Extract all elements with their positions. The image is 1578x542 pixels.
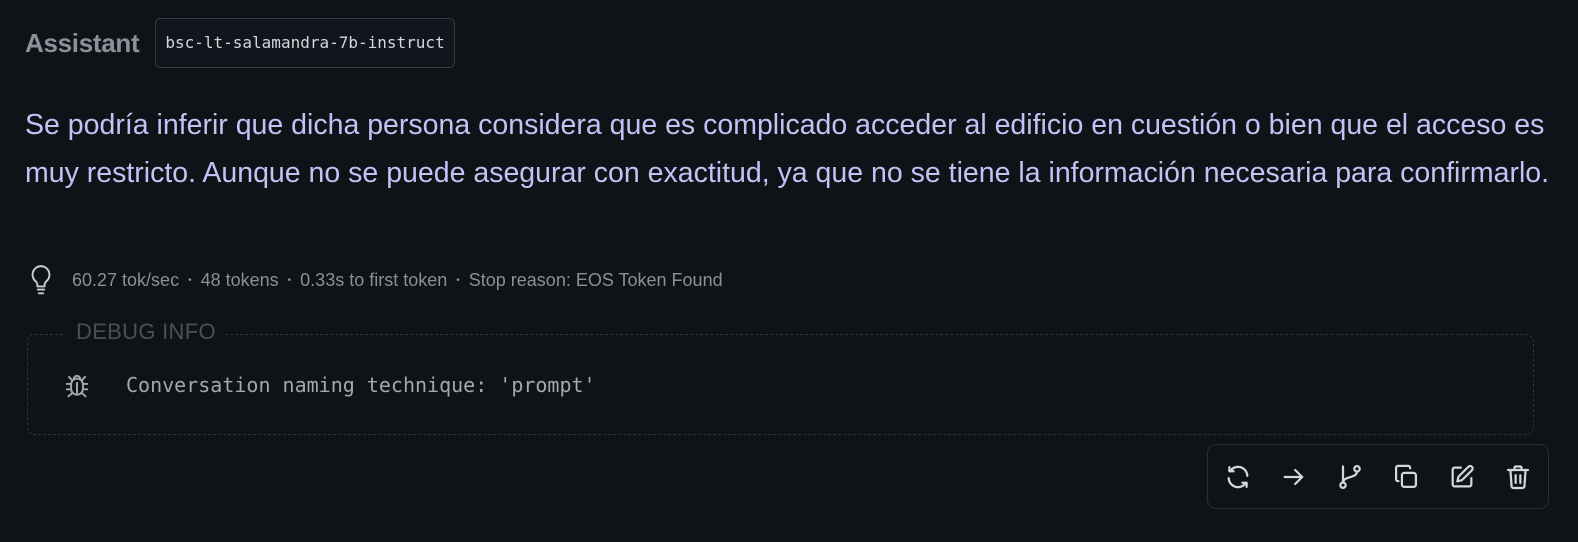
continue-arrow-icon (1283, 468, 1304, 485)
stop-reason: Stop reason: EOS Token Found (468, 269, 723, 290)
debug-info-legend: DEBUG INFO (66, 319, 226, 345)
bug-icon (65, 374, 89, 398)
edit-icon (1451, 464, 1474, 487)
token-count: 48 tokens (200, 269, 279, 290)
debug-info-text: Conversation naming technique: 'prompt' (126, 373, 596, 397)
branch-button[interactable] (1334, 461, 1366, 493)
debug-info-row: Conversation naming technique: 'prompt' (64, 371, 596, 399)
copy-button[interactable] (1390, 461, 1422, 493)
message-actions-toolbar (1207, 444, 1549, 509)
debug-info-panel: DEBUG INFO Conversation naming technique… (27, 319, 1534, 435)
message-header: Assistant bsc-lt-salamandra-7b-instruct (25, 18, 455, 68)
model-badge: bsc-lt-salamandra-7b-instruct (155, 18, 455, 68)
continue-button[interactable] (1278, 461, 1310, 493)
time-to-first-token: 0.33s to first token (300, 269, 448, 290)
tokens-per-second: 60.27 tok/sec (72, 269, 180, 290)
generation-stats: 60.27 tok/sec • 48 tokens • 0.33s to fir… (28, 264, 723, 296)
lightbulb-icon (31, 265, 51, 295)
trash-icon (1506, 464, 1530, 489)
edit-button[interactable] (1446, 461, 1478, 493)
delete-button[interactable] (1502, 461, 1534, 493)
assistant-message: Se podría inferir que dicha persona cons… (25, 109, 1550, 189)
stats-separator: • (456, 274, 460, 286)
regenerate-icon (1227, 465, 1249, 488)
regenerate-button[interactable] (1222, 461, 1254, 493)
stats-separator: • (188, 274, 192, 286)
branch-icon (1339, 464, 1361, 489)
copy-icon (1394, 464, 1418, 488)
stats-separator: • (287, 274, 292, 286)
role-label: Assistant (25, 27, 140, 58)
